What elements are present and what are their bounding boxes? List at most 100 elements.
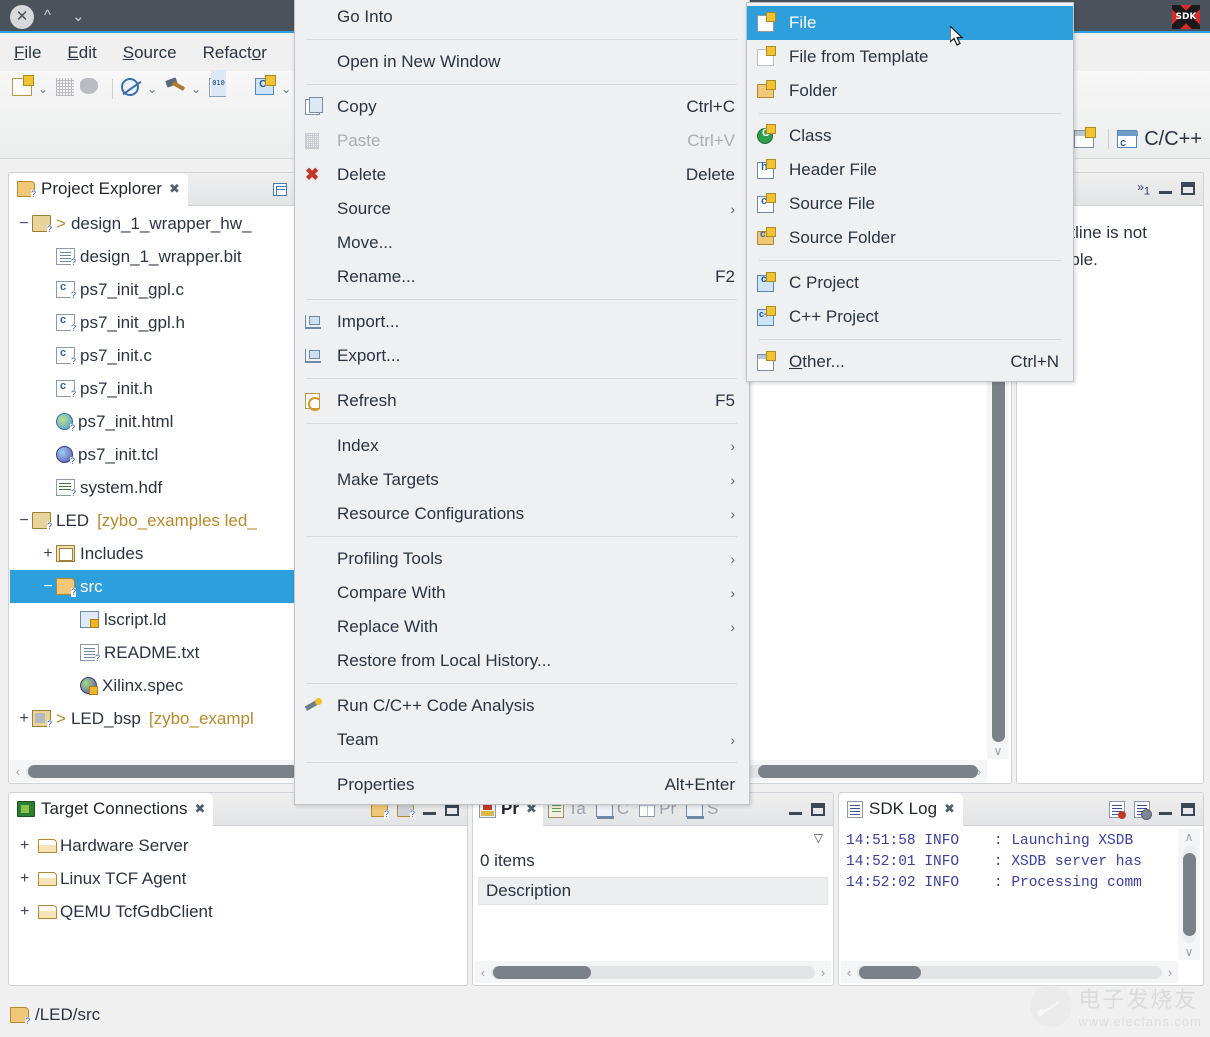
new-submenu[interactable]: FileFile from TemplateFolderClassHeader …: [746, 2, 1074, 382]
build-dropdown-chevron-icon[interactable]: ⌄: [191, 82, 201, 96]
project-explorer-hscrollbar[interactable]: ‹ ›: [10, 760, 294, 782]
scroll-down-icon[interactable]: ∨: [1185, 944, 1194, 960]
tree-item[interactable]: −LED[zybo_examples led_: [10, 504, 294, 537]
menu-item-rename[interactable]: Rename...F2: [295, 260, 749, 294]
tree-expander-icon[interactable]: −: [40, 578, 56, 596]
maximize-icon[interactable]: [1181, 803, 1195, 816]
new-menu-item-header-file[interactable]: Header File: [747, 153, 1073, 187]
tab-sdk-log[interactable]: SDK Log ✖: [839, 793, 963, 826]
log-settings-icon[interactable]: [1134, 801, 1150, 818]
hscroll-track[interactable]: [857, 966, 1162, 979]
menu-item-compare-with[interactable]: Compare With›: [295, 576, 749, 610]
project-tree[interactable]: −>design_1_wrapper_hw_design_1_wrapper.b…: [10, 207, 294, 757]
menu-item-replace-with[interactable]: Replace With›: [295, 610, 749, 644]
menu-item-resource-configurations[interactable]: Resource Configurations›: [295, 497, 749, 531]
scroll-down-icon[interactable]: ∨: [994, 743, 1003, 759]
new-menu-item-class[interactable]: Class: [747, 119, 1073, 153]
vscroll-track[interactable]: [1183, 846, 1196, 943]
tree-item[interactable]: system.hdf: [10, 471, 294, 504]
new-menu-item-other[interactable]: Other...Ctrl+N: [747, 345, 1073, 379]
problems-column-header[interactable]: Description: [478, 877, 828, 905]
maximize-icon[interactable]: [811, 803, 825, 816]
tree-item[interactable]: lscript.ld: [10, 603, 294, 636]
menu-file[interactable]: FFileile: [14, 43, 41, 63]
tree-item[interactable]: ps7_init.h: [10, 372, 294, 405]
tree-item[interactable]: ps7_init.tcl: [10, 438, 294, 471]
tree-expander-icon[interactable]: +: [20, 903, 38, 921]
tree-expander-icon[interactable]: −: [16, 512, 32, 530]
vscroll-thumb[interactable]: [1183, 853, 1196, 936]
tree-item[interactable]: Xilinx.spec: [10, 669, 294, 702]
minimize-icon[interactable]: [423, 804, 436, 815]
open-perspective-icon[interactable]: [1074, 130, 1094, 148]
tree-item[interactable]: ps7_init.c: [10, 339, 294, 372]
close-tab-icon[interactable]: ✖: [194, 801, 205, 817]
scroll-right-icon[interactable]: ›: [1162, 965, 1178, 980]
maximize-icon[interactable]: [1181, 182, 1195, 195]
minimize-icon[interactable]: [1159, 804, 1172, 815]
tree-item[interactable]: ps7_init_gpl.h: [10, 306, 294, 339]
menu-item-profiling-tools[interactable]: Profiling Tools›: [295, 542, 749, 576]
close-tab-icon[interactable]: ✖: [944, 801, 955, 817]
tree-expander-icon[interactable]: −: [16, 215, 32, 233]
menu-edit[interactable]: Edit: [67, 43, 96, 63]
sdk-log-vscrollbar[interactable]: ∧ ∨: [1178, 829, 1200, 960]
scroll-up-icon[interactable]: ∧: [1185, 829, 1194, 845]
hscroll-track[interactable]: [26, 765, 278, 778]
target-connection-item[interactable]: +Hardware Server: [10, 829, 466, 862]
debug-dropdown-chevron-icon[interactable]: ⌄: [147, 82, 157, 96]
menu-item-source[interactable]: Source›: [295, 192, 749, 226]
menu-source[interactable]: Source: [123, 43, 177, 63]
menu-item-properties[interactable]: PropertiesAlt+Enter: [295, 768, 749, 802]
menu-item-open-in-new-window[interactable]: Open in New Window: [295, 45, 749, 79]
tree-item[interactable]: ps7_init.html: [10, 405, 294, 438]
tree-expander-icon[interactable]: +: [20, 837, 38, 855]
new-menu-item-source-folder[interactable]: Source Folder: [747, 221, 1073, 255]
tree-item[interactable]: ps7_init_gpl.c: [10, 273, 294, 306]
menu-item-import[interactable]: Import...: [295, 305, 749, 339]
menu-item-index[interactable]: Index›: [295, 429, 749, 463]
menu-item-move[interactable]: Move...: [295, 226, 749, 260]
menu-item-export[interactable]: Export...: [295, 339, 749, 373]
tab-target-connections[interactable]: Target Connections ✖: [9, 793, 213, 826]
hscroll-thumb[interactable]: [758, 765, 978, 778]
new-menu-item-c-project[interactable]: C Project: [747, 266, 1073, 300]
tree-item[interactable]: +Includes: [10, 537, 294, 570]
hscroll-thumb[interactable]: [859, 966, 921, 979]
tab-overflow-icon[interactable]: »1: [1137, 180, 1150, 197]
tree-expander-icon[interactable]: +: [20, 870, 38, 888]
minimize-icon[interactable]: [1159, 183, 1172, 194]
hscroll-thumb[interactable]: [28, 765, 298, 778]
chevron-down-icon[interactable]: ⌄: [72, 7, 85, 25]
hscroll-thumb[interactable]: [493, 966, 591, 979]
tree-item-selected[interactable]: −src: [10, 570, 294, 603]
scroll-left-icon[interactable]: ‹: [475, 965, 491, 980]
clear-log-icon[interactable]: [1109, 801, 1125, 818]
view-menu-icon[interactable]: ▽: [814, 831, 823, 845]
chevron-up-icon[interactable]: ^: [44, 7, 51, 24]
menu-item-go-into[interactable]: Go Into: [295, 0, 749, 34]
menu-item-make-targets[interactable]: Make Targets›: [295, 463, 749, 497]
menu-item-refresh[interactable]: RefreshF5: [295, 384, 749, 418]
new-file-icon[interactable]: [12, 78, 34, 100]
hscroll-track[interactable]: [491, 966, 815, 979]
scroll-right-icon[interactable]: ›: [815, 965, 831, 980]
hammer-icon[interactable]: [165, 78, 187, 100]
menu-item-copy[interactable]: CopyCtrl+C: [295, 90, 749, 124]
close-icon[interactable]: ✕: [10, 5, 34, 29]
new-menu-item-c-project[interactable]: C++ Project: [747, 300, 1073, 334]
menu-item-restore-from-local-history[interactable]: Restore from Local History...: [295, 644, 749, 678]
perspective-cpp-button[interactable]: C/C++: [1117, 128, 1202, 151]
tree-item[interactable]: design_1_wrapper.bit: [10, 240, 294, 273]
menu-refactor[interactable]: Refactor: [203, 43, 267, 63]
menu-item-team[interactable]: Team›: [295, 723, 749, 757]
context-menu[interactable]: Go IntoOpen in New WindowCopyCtrl+CPaste…: [294, 0, 750, 805]
tree-item[interactable]: +>LED_bsp[zybo_exampl: [10, 702, 294, 735]
new-dropdown-chevron-icon[interactable]: ⌄: [38, 82, 48, 96]
collapse-all-icon[interactable]: [273, 183, 287, 196]
new-menu-item-source-file[interactable]: Source File: [747, 187, 1073, 221]
new-menu-item-file-from-template[interactable]: File from Template: [747, 40, 1073, 74]
tree-expander-icon[interactable]: +: [40, 545, 56, 563]
tree-expander-icon[interactable]: +: [16, 710, 32, 728]
minimize-icon[interactable]: [789, 804, 802, 815]
